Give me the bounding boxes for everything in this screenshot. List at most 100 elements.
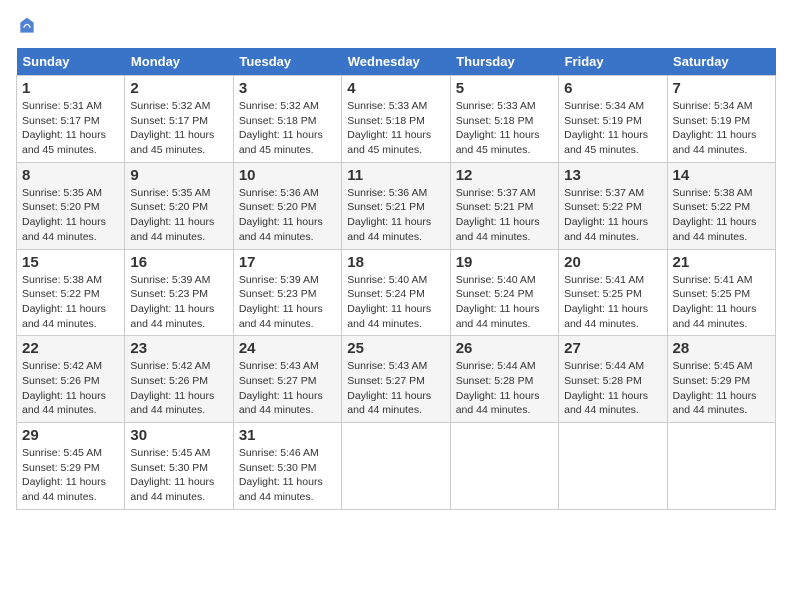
- day-info: Sunrise: 5:38 AMSunset: 5:22 PMDaylight:…: [673, 186, 770, 245]
- day-info: Sunrise: 5:45 AMSunset: 5:30 PMDaylight:…: [130, 446, 227, 505]
- calendar-cell: 10 Sunrise: 5:36 AMSunset: 5:20 PMDaylig…: [233, 162, 341, 249]
- day-number: 25: [347, 340, 444, 357]
- day-number: 13: [564, 167, 661, 184]
- calendar-cell: 19 Sunrise: 5:40 AMSunset: 5:24 PMDaylig…: [450, 249, 558, 336]
- calendar-cell: 1 Sunrise: 5:31 AMSunset: 5:17 PMDayligh…: [17, 76, 125, 163]
- day-number: 15: [22, 254, 119, 271]
- day-info: Sunrise: 5:37 AMSunset: 5:22 PMDaylight:…: [564, 186, 661, 245]
- header-row: Sunday Monday Tuesday Wednesday Thursday…: [17, 48, 776, 76]
- calendar-week-4: 22 Sunrise: 5:42 AMSunset: 5:26 PMDaylig…: [17, 336, 776, 423]
- logo-icon: [17, 16, 37, 36]
- day-number: 26: [456, 340, 553, 357]
- logo: [16, 16, 38, 36]
- day-info: Sunrise: 5:33 AMSunset: 5:18 PMDaylight:…: [347, 99, 444, 158]
- day-number: 1: [22, 80, 119, 97]
- day-info: Sunrise: 5:40 AMSunset: 5:24 PMDaylight:…: [347, 273, 444, 332]
- calendar-cell: 15 Sunrise: 5:38 AMSunset: 5:22 PMDaylig…: [17, 249, 125, 336]
- day-number: 27: [564, 340, 661, 357]
- calendar-cell: 9 Sunrise: 5:35 AMSunset: 5:20 PMDayligh…: [125, 162, 233, 249]
- calendar-cell: 2 Sunrise: 5:32 AMSunset: 5:17 PMDayligh…: [125, 76, 233, 163]
- calendar-cell: 13 Sunrise: 5:37 AMSunset: 5:22 PMDaylig…: [559, 162, 667, 249]
- day-number: 28: [673, 340, 770, 357]
- page-header: [16, 16, 776, 36]
- day-info: Sunrise: 5:37 AMSunset: 5:21 PMDaylight:…: [456, 186, 553, 245]
- day-info: Sunrise: 5:42 AMSunset: 5:26 PMDaylight:…: [22, 359, 119, 418]
- calendar-cell: [667, 423, 775, 510]
- col-monday: Monday: [125, 48, 233, 76]
- calendar-week-1: 1 Sunrise: 5:31 AMSunset: 5:17 PMDayligh…: [17, 76, 776, 163]
- calendar-cell: 22 Sunrise: 5:42 AMSunset: 5:26 PMDaylig…: [17, 336, 125, 423]
- day-number: 31: [239, 427, 336, 444]
- day-number: 24: [239, 340, 336, 357]
- day-number: 17: [239, 254, 336, 271]
- day-info: Sunrise: 5:36 AMSunset: 5:20 PMDaylight:…: [239, 186, 336, 245]
- day-info: Sunrise: 5:40 AMSunset: 5:24 PMDaylight:…: [456, 273, 553, 332]
- calendar-cell: 4 Sunrise: 5:33 AMSunset: 5:18 PMDayligh…: [342, 76, 450, 163]
- day-number: 2: [130, 80, 227, 97]
- day-info: Sunrise: 5:44 AMSunset: 5:28 PMDaylight:…: [456, 359, 553, 418]
- calendar-cell: 3 Sunrise: 5:32 AMSunset: 5:18 PMDayligh…: [233, 76, 341, 163]
- calendar-cell: 5 Sunrise: 5:33 AMSunset: 5:18 PMDayligh…: [450, 76, 558, 163]
- calendar-cell: 14 Sunrise: 5:38 AMSunset: 5:22 PMDaylig…: [667, 162, 775, 249]
- day-number: 21: [673, 254, 770, 271]
- calendar-cell: 28 Sunrise: 5:45 AMSunset: 5:29 PMDaylig…: [667, 336, 775, 423]
- day-number: 30: [130, 427, 227, 444]
- calendar-cell: 30 Sunrise: 5:45 AMSunset: 5:30 PMDaylig…: [125, 423, 233, 510]
- calendar-cell: 27 Sunrise: 5:44 AMSunset: 5:28 PMDaylig…: [559, 336, 667, 423]
- calendar-cell: 29 Sunrise: 5:45 AMSunset: 5:29 PMDaylig…: [17, 423, 125, 510]
- day-number: 11: [347, 167, 444, 184]
- day-info: Sunrise: 5:46 AMSunset: 5:30 PMDaylight:…: [239, 446, 336, 505]
- day-number: 16: [130, 254, 227, 271]
- day-number: 4: [347, 80, 444, 97]
- calendar-week-2: 8 Sunrise: 5:35 AMSunset: 5:20 PMDayligh…: [17, 162, 776, 249]
- day-info: Sunrise: 5:31 AMSunset: 5:17 PMDaylight:…: [22, 99, 119, 158]
- day-number: 14: [673, 167, 770, 184]
- col-saturday: Saturday: [667, 48, 775, 76]
- day-info: Sunrise: 5:35 AMSunset: 5:20 PMDaylight:…: [130, 186, 227, 245]
- calendar-cell: 16 Sunrise: 5:39 AMSunset: 5:23 PMDaylig…: [125, 249, 233, 336]
- day-info: Sunrise: 5:34 AMSunset: 5:19 PMDaylight:…: [673, 99, 770, 158]
- day-number: 23: [130, 340, 227, 357]
- col-wednesday: Wednesday: [342, 48, 450, 76]
- day-info: Sunrise: 5:34 AMSunset: 5:19 PMDaylight:…: [564, 99, 661, 158]
- calendar-cell: [559, 423, 667, 510]
- day-info: Sunrise: 5:45 AMSunset: 5:29 PMDaylight:…: [22, 446, 119, 505]
- col-friday: Friday: [559, 48, 667, 76]
- calendar-cell: 20 Sunrise: 5:41 AMSunset: 5:25 PMDaylig…: [559, 249, 667, 336]
- day-info: Sunrise: 5:39 AMSunset: 5:23 PMDaylight:…: [130, 273, 227, 332]
- day-number: 20: [564, 254, 661, 271]
- col-tuesday: Tuesday: [233, 48, 341, 76]
- day-info: Sunrise: 5:36 AMSunset: 5:21 PMDaylight:…: [347, 186, 444, 245]
- day-number: 5: [456, 80, 553, 97]
- calendar-cell: 21 Sunrise: 5:41 AMSunset: 5:25 PMDaylig…: [667, 249, 775, 336]
- day-number: 6: [564, 80, 661, 97]
- col-sunday: Sunday: [17, 48, 125, 76]
- day-info: Sunrise: 5:44 AMSunset: 5:28 PMDaylight:…: [564, 359, 661, 418]
- day-number: 10: [239, 167, 336, 184]
- calendar-cell: 23 Sunrise: 5:42 AMSunset: 5:26 PMDaylig…: [125, 336, 233, 423]
- calendar-cell: 24 Sunrise: 5:43 AMSunset: 5:27 PMDaylig…: [233, 336, 341, 423]
- col-thursday: Thursday: [450, 48, 558, 76]
- calendar-week-3: 15 Sunrise: 5:38 AMSunset: 5:22 PMDaylig…: [17, 249, 776, 336]
- calendar-cell: 12 Sunrise: 5:37 AMSunset: 5:21 PMDaylig…: [450, 162, 558, 249]
- day-number: 8: [22, 167, 119, 184]
- calendar-week-5: 29 Sunrise: 5:45 AMSunset: 5:29 PMDaylig…: [17, 423, 776, 510]
- day-info: Sunrise: 5:33 AMSunset: 5:18 PMDaylight:…: [456, 99, 553, 158]
- day-info: Sunrise: 5:35 AMSunset: 5:20 PMDaylight:…: [22, 186, 119, 245]
- calendar-cell: 8 Sunrise: 5:35 AMSunset: 5:20 PMDayligh…: [17, 162, 125, 249]
- calendar-cell: 31 Sunrise: 5:46 AMSunset: 5:30 PMDaylig…: [233, 423, 341, 510]
- calendar-cell: [342, 423, 450, 510]
- calendar-cell: 26 Sunrise: 5:44 AMSunset: 5:28 PMDaylig…: [450, 336, 558, 423]
- day-number: 12: [456, 167, 553, 184]
- calendar-cell: [450, 423, 558, 510]
- day-info: Sunrise: 5:43 AMSunset: 5:27 PMDaylight:…: [239, 359, 336, 418]
- day-info: Sunrise: 5:39 AMSunset: 5:23 PMDaylight:…: [239, 273, 336, 332]
- day-info: Sunrise: 5:32 AMSunset: 5:17 PMDaylight:…: [130, 99, 227, 158]
- day-number: 9: [130, 167, 227, 184]
- calendar-cell: 17 Sunrise: 5:39 AMSunset: 5:23 PMDaylig…: [233, 249, 341, 336]
- day-number: 29: [22, 427, 119, 444]
- day-info: Sunrise: 5:41 AMSunset: 5:25 PMDaylight:…: [564, 273, 661, 332]
- day-number: 18: [347, 254, 444, 271]
- day-number: 22: [22, 340, 119, 357]
- day-info: Sunrise: 5:43 AMSunset: 5:27 PMDaylight:…: [347, 359, 444, 418]
